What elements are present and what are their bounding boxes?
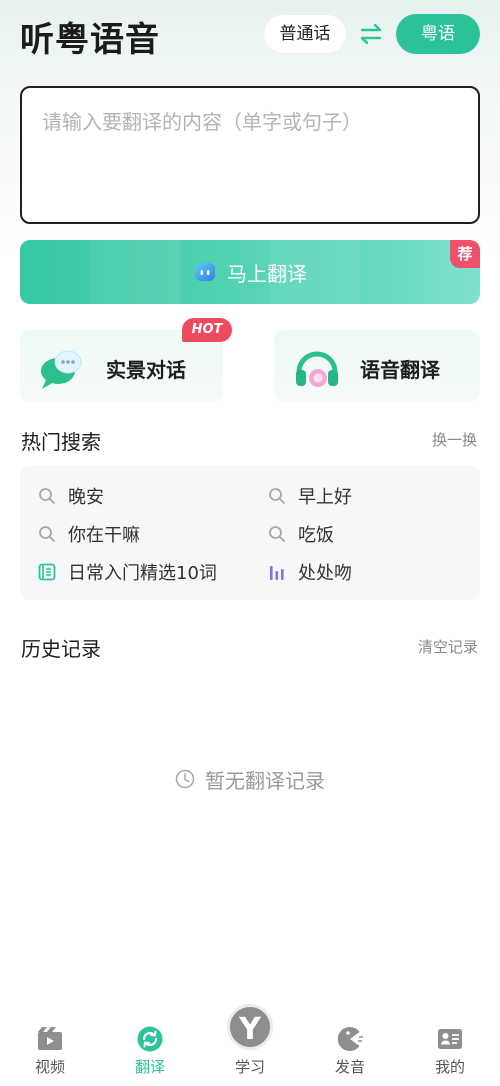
app-title: 听粤语音	[20, 20, 160, 60]
nav-label: 发音	[334, 1058, 365, 1076]
hot-item-label: 吃饭	[298, 525, 334, 546]
nav-label: 翻译	[134, 1058, 165, 1076]
target-language-button[interactable]: 粤语	[396, 14, 480, 54]
robot-icon	[195, 263, 215, 281]
clear-history-button[interactable]: 清空记录	[418, 636, 478, 657]
pronounce-icon	[337, 1026, 363, 1051]
hot-item-good-morning[interactable]: 早上好	[268, 481, 352, 511]
nav-pronounce[interactable]: 发音	[300, 1018, 400, 1086]
translation-input[interactable]	[22, 88, 478, 222]
hot-search-title: 热门搜索	[21, 430, 101, 454]
search-icon	[269, 526, 285, 542]
nav-profile[interactable]: 我的	[400, 1018, 500, 1086]
recommend-badge: 荐	[450, 240, 480, 268]
translation-input-box	[20, 86, 480, 224]
nav-label: 视频	[34, 1058, 65, 1076]
hot-item-label: 你在干嘛	[68, 525, 140, 546]
hot-item-daily-words[interactable]: 日常入门精选10词	[38, 557, 217, 587]
hot-item-label: 晚安	[68, 487, 104, 508]
search-icon	[269, 488, 285, 504]
translate-now-button[interactable]: 马上翻译 荐	[20, 240, 480, 304]
hot-item-label: 早上好	[298, 487, 352, 508]
hot-item-what-doing[interactable]: 你在干嘛	[38, 519, 140, 549]
nav-translate[interactable]: 翻译	[100, 1018, 200, 1086]
hot-search-panel: 晚安 早上好 你在干嘛 吃饭 日常入门精选10词 处处吻	[20, 466, 480, 600]
source-language-button[interactable]: 普通话	[264, 15, 346, 53]
voice-translate-card[interactable]: 语音翻译	[274, 330, 480, 402]
audio-bars-icon	[270, 566, 284, 580]
refresh-button[interactable]: 换一换	[432, 429, 477, 450]
translate-now-label: 马上翻译	[227, 261, 307, 286]
book-list-icon	[38, 563, 56, 581]
search-icon	[39, 488, 55, 504]
empty-message: 暂无翻译记录	[205, 768, 325, 793]
nav-label: 我的	[434, 1058, 465, 1076]
search-icon	[39, 526, 55, 542]
hot-item-eat[interactable]: 吃饭	[268, 519, 334, 549]
hot-item-label: 处处吻	[298, 563, 352, 584]
scene-dialog-label: 实景对话	[106, 358, 186, 382]
headphones-icon	[296, 351, 338, 387]
history-title: 历史记录	[21, 637, 101, 661]
swap-languages-icon[interactable]	[360, 24, 382, 44]
header: 听粤语音 普通话 粤语	[0, 0, 500, 80]
profile-icon	[438, 1029, 462, 1049]
app-root: 听粤语音 普通话 粤语 马上翻译 荐 HOT	[0, 0, 500, 1086]
clock-icon	[175, 769, 195, 789]
nav-label: 学习	[234, 1058, 265, 1076]
hot-item-label: 日常入门精选10词	[68, 563, 217, 584]
history-empty-state: 暂无翻译记录	[0, 764, 500, 794]
hot-item-goodnight[interactable]: 晚安	[38, 481, 104, 511]
voice-translate-label: 语音翻译	[360, 358, 440, 382]
learn-icon[interactable]: Y	[227, 1004, 273, 1050]
hot-item-song[interactable]: 处处吻	[268, 557, 352, 587]
translate-icon	[137, 1026, 163, 1052]
video-icon	[38, 1027, 62, 1050]
chat-bubble-icon	[41, 350, 82, 389]
hot-badge: HOT	[182, 318, 232, 342]
nav-video[interactable]: 视频	[0, 1018, 100, 1086]
